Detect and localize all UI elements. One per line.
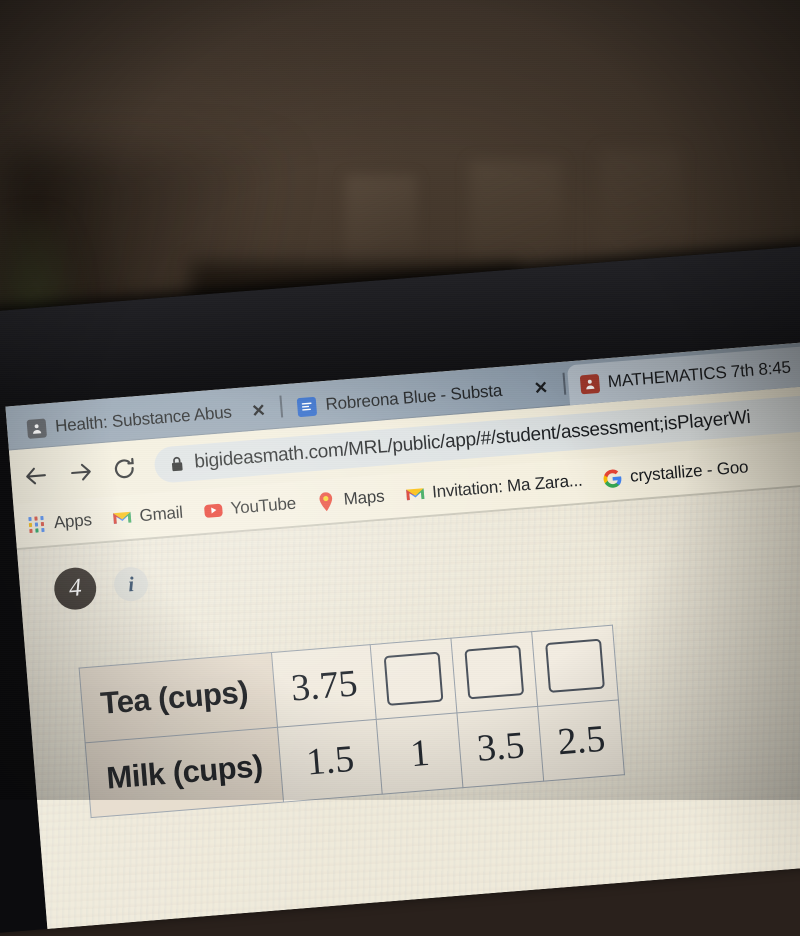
bookmark-label: crystallize - Goo	[629, 457, 749, 486]
table-cell-milk-0: 1.5	[277, 719, 383, 803]
info-icon[interactable]: i	[112, 565, 150, 603]
gmail-icon	[405, 484, 425, 504]
browser-tab-title: MATHEMATICS 7th 8:45	[607, 357, 792, 392]
answer-input-box[interactable]	[384, 651, 444, 706]
table-cell-milk-2: 3.5	[457, 706, 545, 788]
bookmark-crystallize[interactable]: crystallize - Goo	[602, 456, 762, 489]
bookmark-invitation-ma-zara[interactable]: Invitation: Ma Zara...	[405, 470, 597, 505]
bookmark-label: Maps	[342, 486, 386, 509]
table-cell-tea-1[interactable]	[370, 638, 458, 720]
browser-tab-title: Robreona Blue - Substa	[324, 380, 503, 414]
ratio-table: Tea (cups) 3.75 Milk (cups) 1.5 1 3.5 2.…	[79, 625, 626, 819]
row-header-milk: Milk (cups)	[85, 727, 284, 818]
maps-pin-icon	[316, 491, 336, 511]
gmail-icon	[112, 507, 132, 527]
bookmark-maps[interactable]: Maps	[316, 486, 398, 512]
bookmark-label: Apps	[53, 510, 93, 533]
browser-tab-title: Health: Substance Abus	[54, 402, 233, 436]
back-arrow-icon[interactable]	[20, 459, 52, 491]
table-cell-milk-1: 1	[376, 712, 464, 795]
answer-input-box[interactable]	[545, 638, 606, 693]
google-g-icon	[602, 468, 622, 488]
ratio-table-wrapper: Tea (cups) 3.75 Milk (cups) 1.5 1 3.5 2.…	[79, 597, 800, 818]
tab-separator	[562, 372, 566, 395]
laptop-bezel: Health: Substance Abus ✕ Robreona Blue -…	[0, 236, 800, 936]
bookmark-label: Invitation: Ma Zara...	[431, 470, 584, 502]
person-icon	[26, 417, 47, 439]
table-cell-tea-3[interactable]	[532, 625, 619, 707]
question-number-badge: 4	[52, 566, 98, 612]
close-icon[interactable]: ✕	[249, 400, 267, 420]
table-cell-tea-0: 3.75	[271, 644, 377, 728]
reload-icon[interactable]	[108, 452, 140, 484]
forward-arrow-icon[interactable]	[64, 456, 96, 488]
close-icon[interactable]: ✕	[531, 378, 549, 398]
bookmark-youtube[interactable]: YouTube	[203, 493, 310, 521]
apps-grid-icon	[26, 514, 46, 534]
document-icon	[296, 396, 318, 417]
assessment-page-content: 4 i Tea (cups) 3.75 Milk (cups) 1.5 1 3.…	[16, 475, 800, 929]
person-icon-red	[579, 373, 600, 394]
youtube-icon	[203, 500, 223, 520]
table-cell-tea-2[interactable]	[451, 631, 539, 713]
bookmark-label: YouTube	[229, 493, 297, 518]
tab-separator	[279, 395, 284, 418]
bookmark-apps[interactable]: Apps	[26, 509, 105, 535]
lock-icon	[170, 456, 184, 473]
browser-window: Health: Substance Abus ✕ Robreona Blue -…	[5, 332, 800, 929]
answer-input-box[interactable]	[464, 645, 525, 700]
table-cell-milk-3: 2.5	[538, 699, 625, 782]
bookmark-gmail[interactable]: Gmail	[112, 502, 197, 529]
bookmark-label: Gmail	[138, 502, 184, 526]
